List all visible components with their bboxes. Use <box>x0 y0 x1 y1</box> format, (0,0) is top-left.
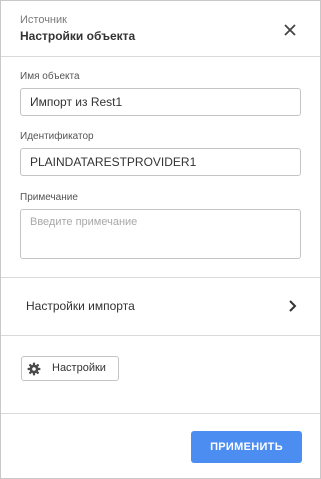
panel-header: Источник Настройки объекта <box>1 1 320 57</box>
divider <box>1 335 320 336</box>
object-name-input[interactable] <box>20 88 301 116</box>
identifier-input[interactable] <box>20 148 301 176</box>
panel-title: Настройки объекта <box>20 29 136 43</box>
gear-icon <box>27 362 41 376</box>
note-textarea[interactable] <box>20 209 301 259</box>
import-settings-row[interactable]: Настройки импорта <box>1 278 320 335</box>
chevron-right-icon <box>289 300 297 312</box>
object-settings-panel: Источник Настройки объекта Имя объекта И… <box>0 0 321 479</box>
close-icon <box>284 24 296 36</box>
panel-subtitle: Источник <box>20 14 67 26</box>
close-button[interactable] <box>281 21 299 39</box>
identifier-label: Идентификатор <box>20 131 94 142</box>
settings-button-label: Настройки <box>52 362 106 374</box>
settings-button[interactable]: Настройки <box>21 356 119 381</box>
import-settings-label: Настройки импорта <box>26 299 135 313</box>
note-label: Примечание <box>20 192 78 203</box>
divider <box>1 413 320 414</box>
object-name-label: Имя объекта <box>20 71 80 82</box>
apply-button[interactable]: ПРИМЕНИТЬ <box>191 431 302 463</box>
